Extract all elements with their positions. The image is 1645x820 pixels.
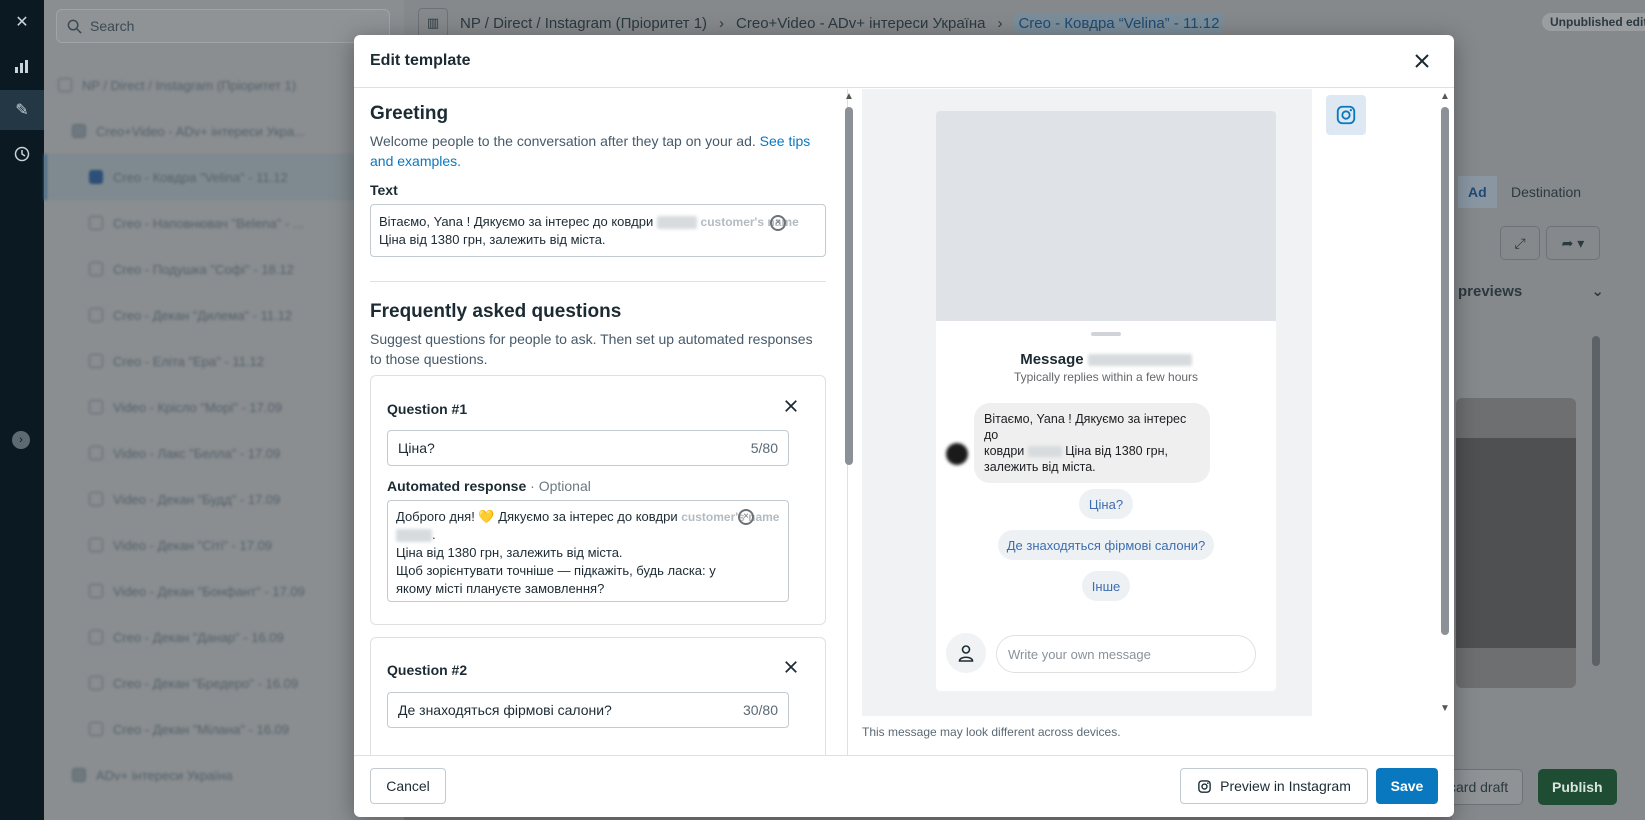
avatar — [946, 443, 968, 465]
tree-item[interactable]: Creo - Декан "Дилема" - 11.12 — [44, 292, 404, 338]
instagram-icon — [1198, 779, 1211, 793]
ad-preview-card — [1456, 398, 1576, 688]
question-card-2: Question #2 Де знаходяться фірмові салон… — [370, 637, 826, 755]
instagram-icon[interactable] — [1326, 95, 1366, 135]
own-message-input[interactable]: Write your own message — [996, 635, 1256, 673]
automated-response-label: Automated response · Optional — [387, 478, 591, 494]
cancel-button[interactable]: Cancel — [370, 768, 446, 804]
breadcrumb-campaign[interactable]: NP / Direct / Instagram (Пріоритет 1) — [460, 15, 707, 32]
publish-button[interactable]: Publish — [1538, 769, 1617, 805]
expand-icon[interactable]: ⤢ — [1500, 226, 1540, 260]
left-rail: ✕ ✎ › — [0, 0, 44, 820]
template-form: Greeting Welcome people to the conversat… — [354, 89, 848, 755]
chevron-down-icon: ⌄ — [1591, 283, 1604, 300]
tree-item[interactable]: Creo - Наповнювач "Belena" - ... — [44, 200, 404, 246]
breadcrumb-ad[interactable]: Creo - Ковдра “Velina” - 11.12 — [1014, 12, 1224, 34]
search-placeholder: Search — [90, 18, 135, 34]
user-icon — [946, 633, 986, 673]
tree-item[interactable]: Video - Декан "Сіті" - 17.09 — [44, 522, 404, 568]
preview-in-instagram-button[interactable]: Preview in Instagram — [1180, 768, 1368, 804]
tree-item[interactable]: Creo - Декан "Данар" - 16.09 — [44, 614, 404, 660]
edit-template-dialog: Edit template Greeting Welcome people to… — [354, 35, 1454, 817]
tree-item[interactable]: Video - Декан "Бонфант" - 17.09 — [44, 568, 404, 614]
device-note: This message may look different across d… — [862, 725, 1121, 739]
replies-note: Typically replies within a few hours — [1013, 370, 1199, 384]
preview-scrollbar[interactable]: ▲ ▼ — [1439, 89, 1451, 755]
tree-item[interactable]: NP / Direct / Instagram (Пріоритет 1) — [44, 62, 404, 108]
redacted-name: Velina — [656, 216, 697, 230]
previews-dropdown[interactable]: previews ⌄ — [1458, 272, 1604, 310]
save-button[interactable]: Save — [1376, 768, 1438, 804]
tree-item[interactable]: Video - Лакс "Белла" - 17.09 — [44, 430, 404, 476]
sheet-handle — [1091, 332, 1121, 336]
clock-icon[interactable] — [0, 134, 44, 174]
share-icon[interactable]: ➦ ▾ — [1546, 226, 1600, 260]
char-count: 5/80 — [750, 440, 778, 456]
ad-image-placeholder — [936, 111, 1276, 321]
tab-ad[interactable]: Ad — [1458, 176, 1497, 208]
faq-description: Suggest questions for people to ask. The… — [370, 331, 813, 367]
redacted-name: Velina — [396, 529, 432, 543]
greeting-title: Greeting — [370, 103, 449, 124]
close-icon[interactable] — [1410, 49, 1434, 73]
phone-preview: Message frankof_official Typically repli… — [936, 111, 1276, 691]
status-badge: Unpublished edit — [1542, 13, 1645, 31]
dialog-title: Edit template — [370, 52, 471, 69]
close-icon[interactable] — [781, 396, 801, 416]
greeting-description: Welcome people to the conversation after… — [370, 133, 811, 169]
expand-chevron-icon[interactable]: › — [12, 431, 30, 449]
search-input[interactable]: Search — [56, 9, 390, 43]
greeting-bubble: Вітаємо, Yana ! Дякуємо за інтерес до ко… — [974, 403, 1210, 483]
tab-destination[interactable]: Destination — [1511, 176, 1581, 208]
faq-chip[interactable]: Інше — [1082, 571, 1130, 601]
message-title: Message frankof_official — [936, 351, 1276, 368]
dialog-header: Edit template — [354, 35, 1454, 88]
char-count: 30/80 — [742, 702, 778, 718]
remove-tag-icon[interactable]: × — [738, 509, 754, 525]
preview-canvas: Message frankof_official Typically repli… — [862, 89, 1312, 716]
tree-item[interactable]: Creo - Декан "Бредеро" - 16.09 — [44, 660, 404, 706]
tree-item[interactable]: Creo - Еліта "Ера" - 11.12 — [44, 338, 404, 384]
section-divider — [370, 281, 826, 282]
question-card-1: Question #1 Ціна? 5/80 Automated respons… — [370, 375, 826, 625]
question-2-input[interactable]: Де знаходяться фірмові салони? 30/80 — [387, 692, 789, 728]
text-label: Text — [370, 182, 398, 198]
faq-chip[interactable]: Ціна? — [1079, 489, 1133, 519]
customer-name-tag: customer's name — [681, 510, 780, 524]
faq-title: Frequently asked questions — [370, 301, 622, 322]
question-2-title: Question #2 — [387, 662, 468, 678]
message-preview-pane: Message frankof_official Typically repli… — [848, 89, 1454, 755]
pencil-icon[interactable]: ✎ — [0, 90, 44, 130]
dialog-footer: Cancel Preview in Instagram Save — [354, 755, 1454, 817]
automated-response-field[interactable]: Доброго дня! 💛 Дякуємо за інтерес до ков… — [387, 500, 789, 602]
chevron-right-icon: › — [719, 14, 725, 32]
question-1-title: Question #1 — [387, 401, 468, 417]
campaign-tree-panel: Search NP / Direct / Instagram (Пріорите… — [44, 0, 404, 820]
faq-chip[interactable]: Де знаходяться фірмові салони? — [998, 530, 1214, 560]
close-icon[interactable] — [781, 657, 801, 677]
scrollbar[interactable] — [1592, 336, 1600, 666]
remove-tag-icon[interactable]: × — [770, 215, 786, 231]
campaign-tree: NP / Direct / Instagram (Пріоритет 1) Cr… — [44, 62, 404, 798]
close-icon[interactable]: ✕ — [0, 2, 44, 42]
chevron-right-icon: › — [997, 14, 1003, 32]
tree-item[interactable]: Creo - Ковдра "Velina" - 11.12 — [44, 154, 404, 200]
tree-item[interactable]: Creo - Подушка "Софі" - 18.12 — [44, 246, 404, 292]
tree-item[interactable]: ADv+ інтереси Україна — [44, 752, 404, 798]
redacted-account: frankof_official — [1087, 354, 1192, 367]
tree-item[interactable]: Video - Крісло "Морі" - 17.09 — [44, 384, 404, 430]
breadcrumb-adset[interactable]: Creo+Video - ADv+ інтереси Україна — [736, 15, 985, 32]
tree-item[interactable]: Creo+Video - ADv+ інтереси Укра... — [44, 108, 404, 154]
search-icon — [67, 19, 82, 34]
greeting-text-field[interactable]: Вітаємо, Yana ! Дякуємо за інтерес до ко… — [370, 204, 826, 257]
tree-item[interactable]: Creo - Декан "Мілана" - 16.09 — [44, 706, 404, 752]
ad-editor-panel: Ad Destination ⤢ ➦ ▾ previews ⌄ card draf… — [1434, 46, 1645, 820]
panel-toggle-icon[interactable]: ▥ — [418, 8, 448, 38]
chart-icon[interactable] — [0, 46, 44, 86]
question-1-input[interactable]: Ціна? 5/80 — [387, 430, 789, 466]
tree-item[interactable]: Video - Декан "Будд" - 17.09 — [44, 476, 404, 522]
